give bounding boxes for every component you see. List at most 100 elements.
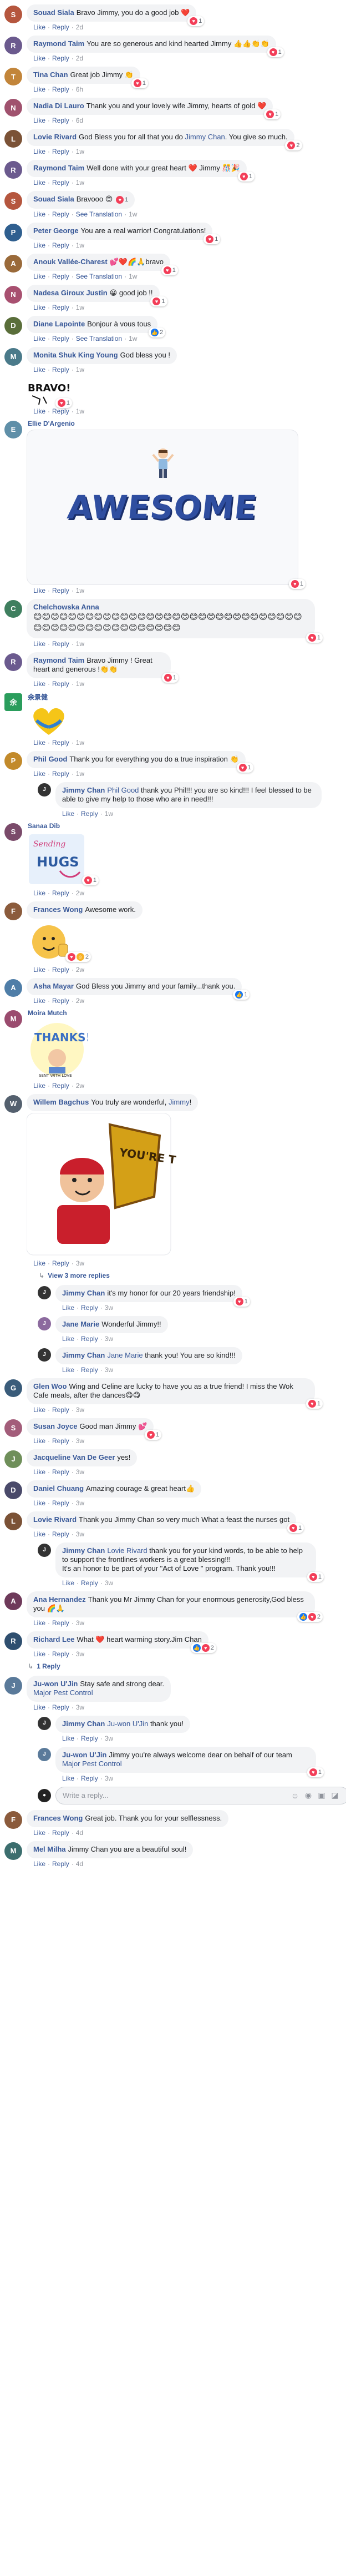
avatar[interactable]: J	[38, 1543, 51, 1557]
commenter-name[interactable]: Peter George	[33, 226, 79, 235]
reply-link[interactable]: Reply	[81, 1366, 98, 1374]
avatar[interactable]: R	[4, 161, 22, 179]
avatar[interactable]: P	[4, 752, 22, 770]
avatar[interactable]: E	[4, 420, 22, 438]
reaction-badge[interactable]: ♥ 1	[161, 265, 178, 275]
like-link[interactable]: Like	[62, 1735, 74, 1742]
commenter-name[interactable]: Raymond Taim	[33, 39, 84, 48]
avatar[interactable]: G	[4, 1379, 22, 1397]
reply-link[interactable]: Reply	[52, 335, 69, 342]
reply-link[interactable]: Reply	[52, 680, 69, 688]
reply-link[interactable]: Reply	[52, 966, 69, 974]
gif-icon[interactable]: ▣	[317, 1791, 327, 1801]
reply-link[interactable]: Reply	[52, 1829, 69, 1837]
reply-link[interactable]: Reply	[52, 1437, 69, 1445]
commenter-name[interactable]: Jimmy Chan	[62, 1289, 105, 1297]
commenter-name[interactable]: Monita Shuk King Young	[33, 351, 118, 359]
awesome-gif[interactable]: AWESOME ♥ 1	[27, 429, 306, 589]
like-link[interactable]: Like	[33, 1860, 45, 1868]
avatar[interactable]: S	[4, 1419, 22, 1437]
like-link[interactable]: Like	[33, 1650, 45, 1658]
avatar[interactable]: S	[4, 823, 22, 841]
commenter-name[interactable]: Jane Marie	[62, 1320, 99, 1328]
avatar[interactable]: J	[38, 1286, 51, 1299]
commenter-name[interactable]: Ju-won U'Jin	[33, 1680, 78, 1688]
reply-link[interactable]: Reply	[52, 587, 69, 594]
reaction-badge[interactable]: ♥ 1	[236, 762, 253, 773]
like-link[interactable]: Like	[33, 23, 45, 31]
commenter-name[interactable]: Nadia Di Lauro	[33, 102, 84, 110]
reaction-badge[interactable]: ♥ 1	[306, 632, 323, 643]
reaction-badge[interactable]: ♥ 1	[55, 397, 72, 408]
commenter-name[interactable]: Ellie D'Argenio	[28, 420, 298, 427]
commenter-name[interactable]: Raymond Taim	[33, 164, 84, 172]
reply-link[interactable]: Reply	[52, 179, 69, 186]
like-link[interactable]: Like	[62, 1366, 74, 1374]
avatar[interactable]: J	[38, 783, 51, 797]
commenter-name[interactable]: Frances Wong	[33, 1814, 83, 1822]
see-translation-link[interactable]: See Translation	[76, 210, 122, 218]
like-link[interactable]: Like	[33, 640, 45, 648]
avatar[interactable]: S	[4, 192, 22, 210]
commenter-name[interactable]: Susan Joyce	[33, 1422, 78, 1430]
like-link[interactable]: Like	[62, 1335, 74, 1343]
commenter-name[interactable]: Jimmy Chan	[62, 1720, 105, 1728]
reply-link[interactable]: Reply	[52, 1499, 69, 1507]
reaction-badge[interactable]: ♥ 1	[161, 672, 179, 683]
avatar[interactable]: D	[4, 1481, 22, 1499]
reply-link[interactable]: Reply	[52, 366, 69, 374]
reply-link[interactable]: Reply	[52, 1082, 69, 1090]
reaction-badge[interactable]: ♥ 1	[237, 172, 255, 182]
avatar[interactable]: J	[4, 1676, 22, 1695]
mention-link[interactable]: Phil Good	[107, 786, 139, 794]
reaction-badge[interactable]: 👍 ♥ 2	[297, 1611, 323, 1622]
heart-hands-sticker[interactable]	[27, 704, 71, 737]
like-link[interactable]: Like	[33, 210, 45, 218]
avatar[interactable]: J	[38, 1716, 51, 1730]
avatar[interactable]: M	[4, 1842, 22, 1860]
like-link[interactable]: Like	[33, 966, 45, 974]
like-link[interactable]: Like	[33, 335, 45, 342]
avatar[interactable]: N	[4, 285, 22, 304]
youre-the-best-sticker[interactable]: YOU'RE THE BEST	[26, 1113, 229, 1258]
like-link[interactable]: Like	[33, 1468, 45, 1476]
reaction-badge[interactable]: ♥ 2	[285, 140, 302, 150]
commenter-name[interactable]: Raymond Taim	[33, 656, 84, 664]
like-link[interactable]: Like	[33, 1406, 45, 1414]
commenter-name[interactable]: Ju-won U'Jin	[62, 1751, 106, 1759]
avatar[interactable]: R	[4, 37, 22, 54]
avatar[interactable]: A	[4, 254, 22, 273]
commenter-name[interactable]: Jimmy Chan	[62, 786, 105, 794]
thanks-sticker[interactable]: THANKS! SENT WITH LOVE	[27, 1019, 91, 1080]
reaction-badge[interactable]: ♥ 1	[150, 296, 167, 306]
reply-link[interactable]: Reply	[52, 407, 69, 415]
like-link[interactable]: Like	[33, 1259, 45, 1267]
like-link[interactable]: Like	[33, 889, 45, 897]
reply-link[interactable]: Reply	[52, 640, 69, 648]
like-link[interactable]: Like	[33, 1437, 45, 1445]
like-link[interactable]: Like	[33, 241, 45, 249]
reaction-badge[interactable]: 👍 ♥ 2	[190, 1642, 216, 1653]
commenter-name[interactable]: Sanaa Dib	[28, 822, 88, 830]
reply-link[interactable]: Reply	[52, 273, 69, 280]
like-link[interactable]: Like	[62, 810, 74, 818]
reaction-badge[interactable]: ♥ 1	[287, 1523, 304, 1533]
reply-link[interactable]: Reply	[52, 241, 69, 249]
avatar[interactable]: F	[4, 1811, 22, 1829]
mention-link[interactable]: Jimmy	[169, 1098, 190, 1106]
reaction-badge[interactable]: ♥ 1	[131, 78, 149, 88]
commenter-name[interactable]: 余景健	[28, 692, 84, 702]
avatar[interactable]: J	[38, 1747, 51, 1761]
like-link[interactable]: Like	[33, 1082, 45, 1090]
like-link[interactable]: Like	[33, 680, 45, 688]
like-link[interactable]: Like	[33, 407, 45, 415]
like-link[interactable]: Like	[33, 1829, 45, 1837]
reaction-badge[interactable]: ♥ 1	[145, 1429, 162, 1440]
reply-link[interactable]: Reply	[52, 770, 69, 778]
hugs-sticker[interactable]: Sending HUGS ♥ 1	[27, 832, 99, 888]
reaction-badge[interactable]: ♥ 1	[203, 234, 221, 244]
avatar[interactable]: T	[4, 68, 22, 85]
avatar[interactable]: A	[4, 979, 22, 997]
avatar[interactable]: D	[4, 316, 22, 335]
avatar[interactable]: J	[38, 1317, 51, 1330]
